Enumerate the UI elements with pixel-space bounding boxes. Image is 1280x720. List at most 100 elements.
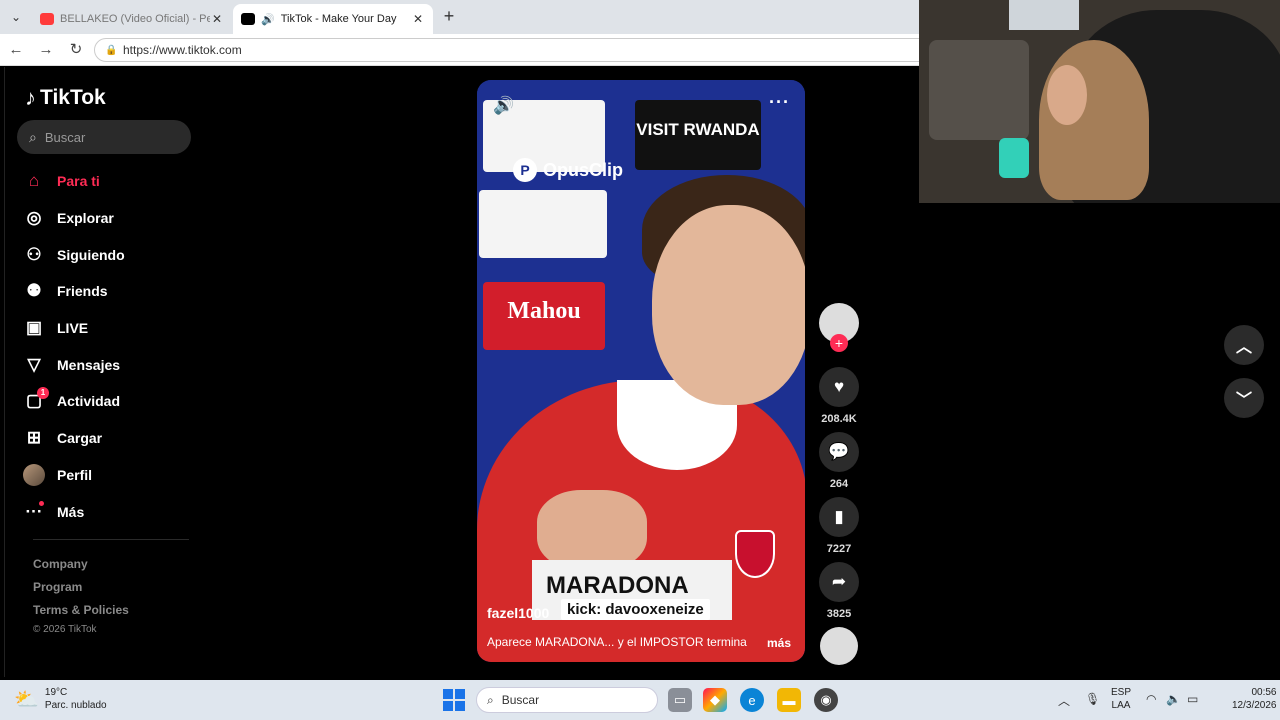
edge-icon[interactable]: e — [740, 688, 764, 712]
wifi-icon[interactable]: ◠ — [1146, 692, 1156, 706]
like-count: 208.4K — [821, 413, 857, 425]
tiktok-note-icon: ♪ — [25, 85, 36, 110]
share-arrow-icon[interactable]: ➦ — [819, 562, 859, 602]
microphone-icon[interactable]: 🎙 — [1085, 692, 1100, 706]
sidebar-item-perfil[interactable]: Perfil — [23, 457, 193, 494]
sidebar-nav: ⌂ Para ti ◎ Explorar ⚇ Siguiendo ⚉ Frien… — [23, 163, 193, 530]
clock[interactable]: 00:56 12/3/2026 — [1232, 686, 1277, 712]
close-tab-icon[interactable]: ✕ — [210, 12, 224, 26]
upload-icon: ⊞ — [26, 428, 42, 448]
chevron-down-icon[interactable]: ﹀ — [1224, 378, 1264, 418]
webcam-mic-light — [999, 138, 1029, 178]
chevron-up-icon[interactable]: ︿ — [1224, 325, 1264, 365]
search-input[interactable] — [44, 129, 165, 145]
tab-bellakeo[interactable]: BELLAKEO (Video Oficial) - Peso P ✕ — [32, 4, 232, 34]
sidebar-item-friends[interactable]: ⚉ Friends — [23, 273, 193, 310]
bookmark-icon[interactable]: ▮ — [819, 497, 859, 537]
url-field[interactable]: 🔒 https://www.tiktok.com — [94, 38, 934, 62]
footer-link-terms[interactable]: Terms & Policies — [33, 599, 129, 622]
copilot-icon[interactable]: ◆ — [703, 688, 727, 712]
follow-plus-icon[interactable]: + — [830, 334, 848, 352]
more-options-icon[interactable]: ··· — [769, 92, 790, 113]
video-username[interactable]: fazel1000 — [487, 605, 549, 621]
browser-app-icon[interactable]: ◉ — [814, 688, 838, 712]
sidebar-divider — [33, 539, 189, 540]
speaker-tray-icon[interactable]: 🔈 — [1166, 692, 1181, 706]
footer-link-company[interactable]: Company — [33, 553, 129, 576]
sidebar-item-live[interactable]: ▣ LIVE — [23, 310, 193, 347]
comment-icon[interactable]: 💬 — [819, 432, 859, 472]
creator-avatar[interactable]: + — [819, 303, 859, 352]
volume-icon[interactable]: 🔊 — [493, 96, 514, 116]
sidebar-item-label: Explorar — [57, 210, 114, 227]
tab-title: BELLAKEO (Video Oficial) - Peso P — [60, 13, 210, 25]
sidebar-item-siguiendo[interactable]: ⚇ Siguiendo — [23, 236, 193, 273]
sidebar-item-label: Actividad — [57, 393, 121, 410]
url-text: https://www.tiktok.com — [123, 43, 242, 57]
send-icon: ▽ — [27, 354, 41, 374]
lock-icon: 🔒 — [105, 44, 118, 56]
search-icon: ⌕ — [29, 128, 37, 145]
footer-link-program[interactable]: Program — [33, 576, 129, 599]
windows-start-icon[interactable] — [443, 689, 465, 711]
sidebar-item-label: Cargar — [57, 430, 103, 447]
sidebar-item-mas[interactable]: ··· Más — [23, 493, 193, 530]
tab-list-chevron-down-icon[interactable]: ⌄ — [6, 8, 26, 26]
action-bar: + ♥ 208.4K 💬 264 ▮ 7227 ➦ 3825 — [817, 303, 861, 665]
windows-taskbar: ⛅ 19°C Parc. nublado ⌕ Buscar ▭ ◆ e ▬ ◉ … — [0, 680, 1280, 720]
sidebar-item-para-ti[interactable]: ⌂ Para ti — [23, 163, 193, 200]
battery-icon[interactable]: ▭ — [1187, 692, 1198, 706]
sidebar-item-cargar[interactable]: ⊞ Cargar — [23, 420, 193, 457]
notification-badge: 1 — [37, 387, 49, 400]
forward-arrow-icon[interactable]: → — [36, 40, 56, 60]
file-explorer-icon[interactable]: ▬ — [777, 688, 801, 712]
friends-icon: ⚉ — [26, 281, 42, 301]
webcam-equipment — [929, 40, 1029, 140]
back-arrow-icon[interactable]: ← — [6, 40, 26, 60]
tab-title: TikTok - Make Your Day — [280, 13, 397, 25]
close-tab-icon[interactable]: ✕ — [411, 12, 425, 26]
sidebar-item-label: Siguiendo — [57, 246, 125, 263]
sidebar-item-label: Perfil — [57, 466, 93, 483]
youtube-favicon-icon — [40, 13, 54, 25]
opusclip-watermark: P OpusClip — [513, 158, 623, 182]
sponsor-visit-rwanda: VISIT RWANDA — [635, 100, 761, 170]
sidebar-footer: Company Program Terms & Policies © 2026 … — [33, 553, 129, 635]
speaker-icon[interactable]: 🔊 — [261, 13, 275, 26]
hand — [537, 490, 647, 570]
language-indicator[interactable]: ESP LAA — [1111, 686, 1131, 712]
tab-tiktok[interactable]: 🔊 TikTok - Make Your Day ✕ — [233, 4, 433, 34]
caption-more-link[interactable]: más — [767, 636, 791, 650]
sponsor-board — [479, 190, 607, 258]
share-count: 3825 — [826, 608, 852, 620]
sidebar-item-label: Más — [57, 503, 85, 520]
partly-cloudy-icon: ⛅ — [14, 688, 39, 711]
chevron-up-tray-icon[interactable]: ︿ — [1058, 692, 1070, 709]
user-plus-icon: ⚇ — [26, 244, 42, 264]
sidebar-item-label: Friends — [57, 283, 108, 300]
taskbar-search[interactable]: ⌕ Buscar — [476, 687, 658, 713]
tiktok-logo[interactable]: ♪ TikTok — [25, 85, 106, 111]
compass-icon: ◎ — [26, 208, 42, 228]
sidebar-item-explorar[interactable]: ◎ Explorar — [23, 200, 193, 237]
webcam-face — [1047, 65, 1087, 125]
live-tv-icon: ▣ — [25, 318, 43, 338]
task-view-icon[interactable]: ▭ — [668, 688, 692, 712]
sidebar-item-mensajes[interactable]: ▽ Mensajes — [23, 346, 193, 383]
club-crest — [735, 530, 775, 578]
sidebar-item-label: Mensajes — [57, 356, 121, 373]
sidebar-item-actividad[interactable]: ▢ 1 Actividad — [23, 383, 193, 420]
webcam-overlay — [919, 0, 1280, 203]
like-heart-icon[interactable]: ♥ — [819, 367, 859, 407]
weather-widget[interactable]: ⛅ 19°C Parc. nublado — [14, 686, 107, 712]
new-tab-button[interactable]: + — [440, 7, 458, 26]
overlay-tag: kick: davooxeneize — [561, 599, 710, 620]
reload-icon[interactable]: ↻ — [66, 40, 86, 60]
sound-avatar[interactable] — [820, 627, 858, 665]
tiktok-favicon-icon — [241, 13, 255, 25]
profile-avatar — [23, 463, 45, 486]
sidebar-search[interactable]: ⌕ — [17, 120, 191, 154]
home-icon: ⌂ — [28, 171, 40, 191]
video-player[interactable]: VISIT RWANDA Mahou MARADONA 🔊 ··· P Opus… — [477, 80, 805, 662]
weather-desc: Parc. nublado — [44, 700, 107, 711]
